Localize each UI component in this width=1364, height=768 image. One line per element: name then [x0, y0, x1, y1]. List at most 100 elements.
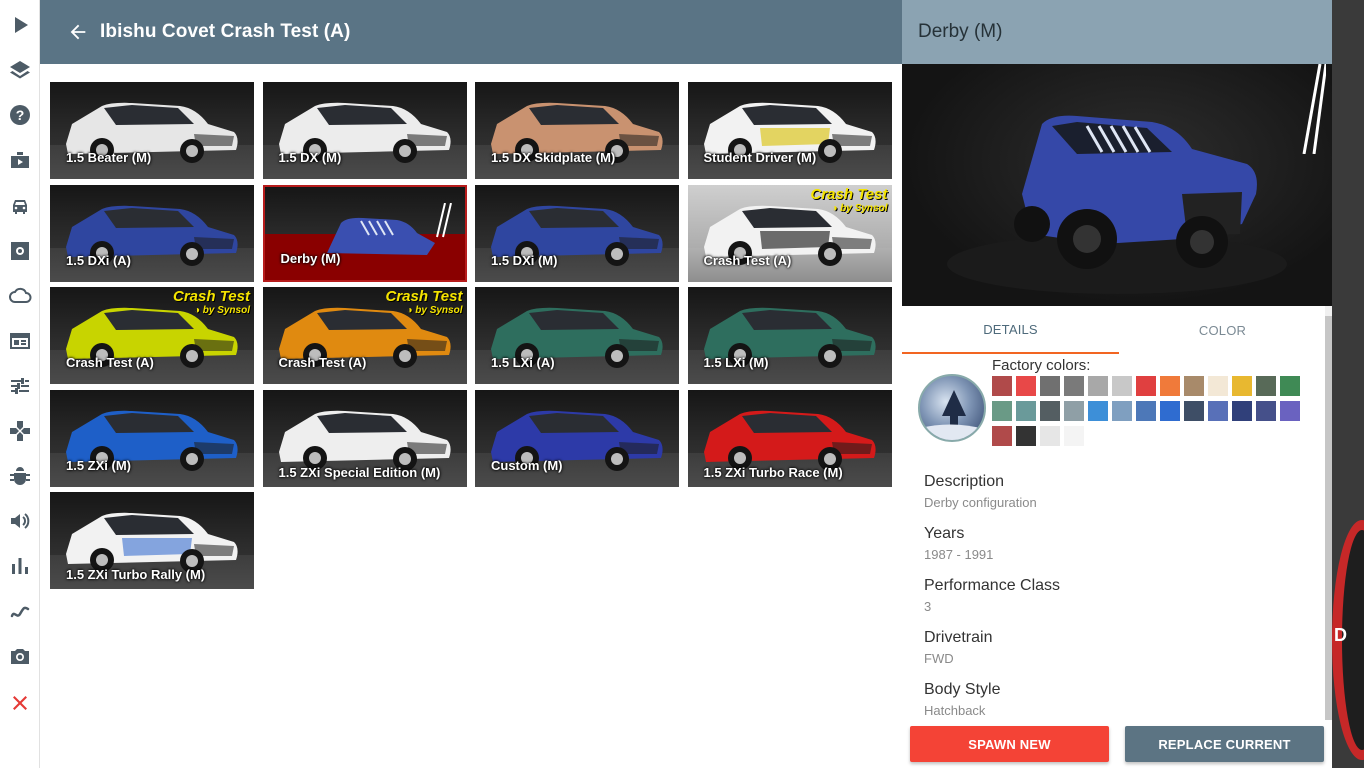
details-scrollbar-thumb[interactable] [1325, 316, 1332, 720]
color-swatch[interactable] [1112, 401, 1132, 421]
scenarios-icon[interactable] [0, 140, 40, 180]
config-tile[interactable]: 1.5 DX (M) [262, 82, 467, 179]
color-swatch[interactable] [1160, 376, 1180, 396]
environment-icon[interactable] [0, 276, 40, 316]
color-swatch[interactable] [1160, 401, 1180, 421]
color-swatch[interactable] [1088, 376, 1108, 396]
color-swatch[interactable] [1040, 426, 1060, 446]
config-tile-label: 1.5 DX (M) [278, 150, 342, 165]
color-swatch[interactable] [1184, 401, 1204, 421]
photo-mode-icon[interactable] [0, 636, 40, 676]
config-tile[interactable]: 1.5 DX Skidplate (M) [475, 82, 679, 179]
controls-icon[interactable] [0, 411, 40, 451]
config-tile[interactable]: 1.5 ZXi Turbo Rally (M) [50, 492, 254, 589]
help-icon[interactable]: ? [0, 95, 40, 135]
config-tile-label: 1.5 DXi (A) [66, 252, 132, 268]
config-tile-label: Crash Test (A) [66, 355, 154, 370]
exit-icon[interactable] [0, 683, 40, 723]
config-tile[interactable]: Crash Test ◑ by Synsol Crash Test (A) [50, 287, 254, 384]
details-scrollbar[interactable] [1325, 306, 1332, 720]
vehicles-icon[interactable] [0, 186, 40, 226]
badge-line-1: Crash Test [810, 185, 888, 203]
config-tile[interactable]: 1.5 LXi (M) [687, 287, 892, 384]
color-swatch[interactable] [1040, 376, 1060, 396]
info-label: Body Style [924, 681, 1001, 698]
config-tile[interactable]: Crash Test ◑ by Synsol Crash Test (A) [262, 287, 467, 384]
color-swatch[interactable] [1208, 376, 1228, 396]
crash-test-badge: Crash Test ◑ by Synsol [173, 288, 250, 316]
tab-color[interactable]: COLOR [1119, 306, 1326, 354]
vehicle-config-icon[interactable] [0, 231, 40, 271]
color-swatch[interactable] [1016, 401, 1036, 421]
config-tile[interactable]: 1.5 ZXi Turbo Race (M) [687, 389, 892, 487]
layers-icon[interactable] [0, 50, 40, 90]
config-tile[interactable]: 1.5 ZXi (M) [50, 389, 254, 487]
config-tile-label: 1.5 ZXi Special Edition (M) [278, 464, 441, 480]
config-tile[interactable]: 1.5 DXi (A) [50, 184, 254, 282]
info-value: 1987 - 1991 [924, 547, 994, 562]
color-swatch[interactable] [1112, 376, 1132, 396]
config-tile[interactable]: Student Driver (M) [687, 82, 892, 179]
config-tile-label: Crash Test (A) [703, 252, 792, 268]
config-tile[interactable]: Crash Test ◑ by Synsol Crash Test (A) [687, 184, 892, 282]
color-swatch[interactable] [1208, 401, 1228, 421]
crash-test-badge: Crash Test ◑ by Synsol [386, 288, 463, 316]
config-tile[interactable]: Derby (M) [262, 184, 467, 282]
options-icon[interactable] [0, 366, 40, 406]
color-swatch[interactable] [1184, 376, 1204, 396]
color-swatch[interactable] [1232, 376, 1252, 396]
arrow-left-icon [70, 24, 86, 40]
color-swatch[interactable] [1088, 401, 1108, 421]
preview-title: Derby (M) [902, 0, 1332, 64]
spawn-new-button[interactable]: SPAWN NEW [910, 726, 1109, 762]
config-tile-label: 1.5 ZXi (M) [66, 457, 132, 473]
color-swatch[interactable] [1136, 401, 1156, 421]
config-tile[interactable]: 1.5 DXi (M) [475, 184, 679, 282]
info-item: Body Style Hatchback [924, 680, 1304, 732]
vehicle-preview-image [902, 64, 1332, 306]
info-value: Hatchback [924, 703, 986, 718]
color-swatch[interactable] [1016, 426, 1036, 446]
color-swatch[interactable] [1040, 401, 1060, 421]
color-swatch[interactable] [1280, 376, 1300, 396]
car-thumbnail [66, 512, 238, 573]
color-swatch[interactable] [992, 401, 1012, 421]
config-tile[interactable]: 1.5 Beater (M) [50, 82, 254, 179]
color-swatch[interactable] [1136, 376, 1156, 396]
config-tile-label: 1.5 DX Skidplate (M) [491, 150, 616, 165]
badge-line-1: Crash Test [173, 288, 250, 305]
color-swatch[interactable] [1016, 376, 1036, 396]
color-swatch[interactable] [1232, 401, 1252, 421]
color-swatch[interactable] [1280, 401, 1300, 421]
color-swatch[interactable] [1064, 401, 1084, 421]
replace-current-button[interactable]: REPLACE CURRENT [1125, 726, 1324, 762]
paint-preview-thumbnail [918, 374, 986, 442]
audio-icon[interactable] [0, 501, 40, 541]
performance-icon[interactable] [0, 546, 40, 586]
config-tile[interactable]: Custom (M) [475, 389, 679, 487]
debug-icon[interactable] [0, 456, 40, 496]
track-builder-icon[interactable] [0, 591, 40, 631]
info-item: Drivetrain FWD [924, 628, 1304, 680]
config-tile-label: 1.5 DXi (M) [491, 252, 558, 268]
config-tile-label: 1.5 LXi (A) [491, 355, 555, 370]
config-tile[interactable]: 1.5 LXi (A) [475, 287, 679, 384]
game-background-strip: D [1332, 0, 1364, 768]
play-icon[interactable] [0, 5, 40, 45]
main-menu-sidebar: ? [0, 0, 40, 768]
config-tile-label: 1.5 ZXi Turbo Rally (M) [66, 567, 206, 582]
details-tabs: DETAILS COLOR [902, 306, 1326, 354]
color-swatch[interactable] [992, 426, 1012, 446]
color-swatch[interactable] [1064, 376, 1084, 396]
back-button[interactable] [56, 10, 100, 54]
config-tile[interactable]: 1.5 ZXi Special Edition (M) [262, 389, 467, 487]
color-swatch[interactable] [1256, 376, 1276, 396]
preview-car-illustration [947, 115, 1287, 294]
tab-details[interactable]: DETAILS [902, 306, 1119, 354]
info-label: Description [924, 473, 1005, 490]
color-swatch[interactable] [992, 376, 1012, 396]
color-swatch[interactable] [1256, 401, 1276, 421]
ui-apps-icon[interactable] [0, 321, 40, 361]
crash-test-badge: Crash Test ◑ by Synsol [811, 186, 888, 214]
color-swatch[interactable] [1064, 426, 1084, 446]
